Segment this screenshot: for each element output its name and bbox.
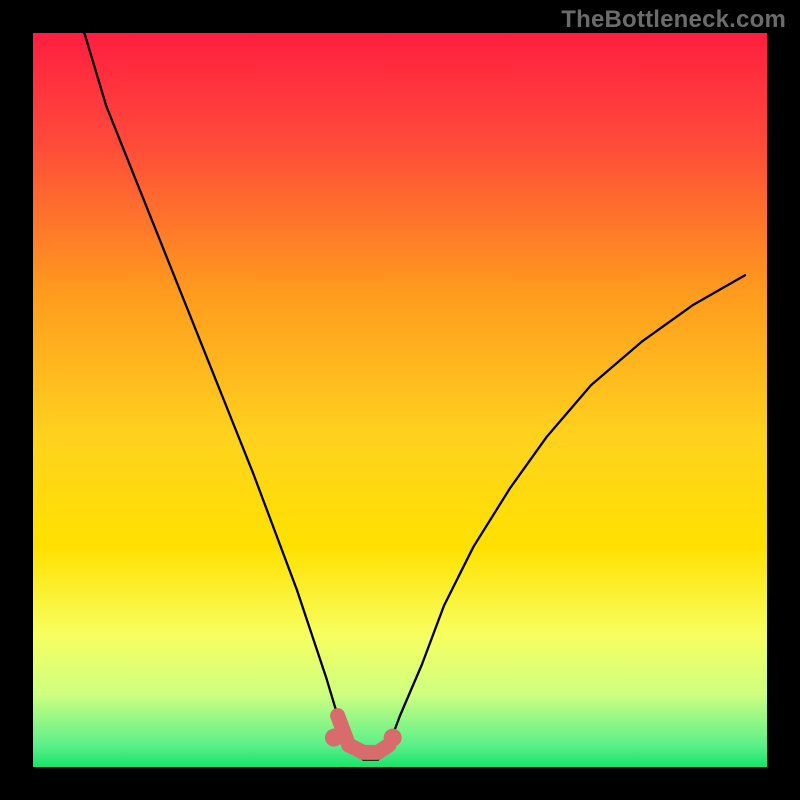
plot-background: [33, 33, 767, 767]
minimum-dot-left: [325, 729, 343, 747]
minimum-dot-right: [384, 729, 402, 747]
bottleneck-chart: [0, 0, 800, 800]
watermark-text: TheBottleneck.com: [561, 6, 786, 34]
